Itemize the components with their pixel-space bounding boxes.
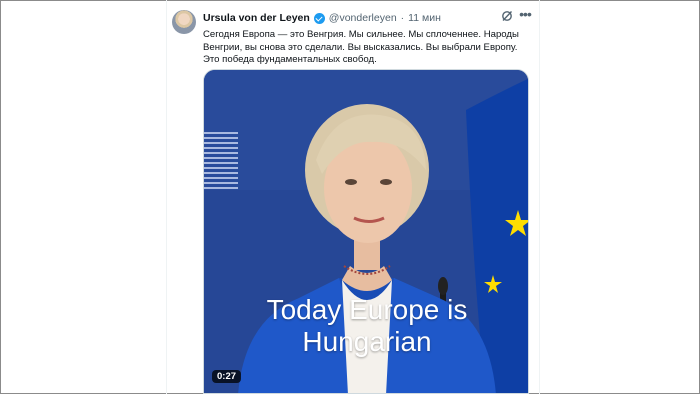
author-avatar[interactable]: [172, 10, 196, 34]
caption-line-2: Hungarian: [302, 326, 432, 357]
video-caption: Today Europe is Hungarian: [204, 294, 528, 358]
author-handle[interactable]: @vonderleyen: [329, 12, 397, 24]
tweet-text: Сегодня Европа — это Венгрия. Мы сильнее…: [203, 29, 519, 65]
tweet-header: Ursula von der Leyen @vonderleyen · 11 м…: [203, 10, 441, 26]
video-duration-badge: 0:27: [212, 370, 242, 383]
tweet-timestamp[interactable]: 11 мин: [408, 12, 441, 24]
caption-line-1: Today Europe is: [266, 294, 468, 325]
header-separator: ·: [400, 12, 405, 24]
more-options-icon[interactable]: •••: [518, 7, 532, 22]
grok-icon[interactable]: [501, 10, 513, 22]
author-display-name[interactable]: Ursula von der Leyen: [203, 12, 310, 24]
verified-badge-icon: [313, 12, 325, 24]
video-player[interactable]: Today Europe is Hungarian 0:27: [203, 69, 529, 394]
